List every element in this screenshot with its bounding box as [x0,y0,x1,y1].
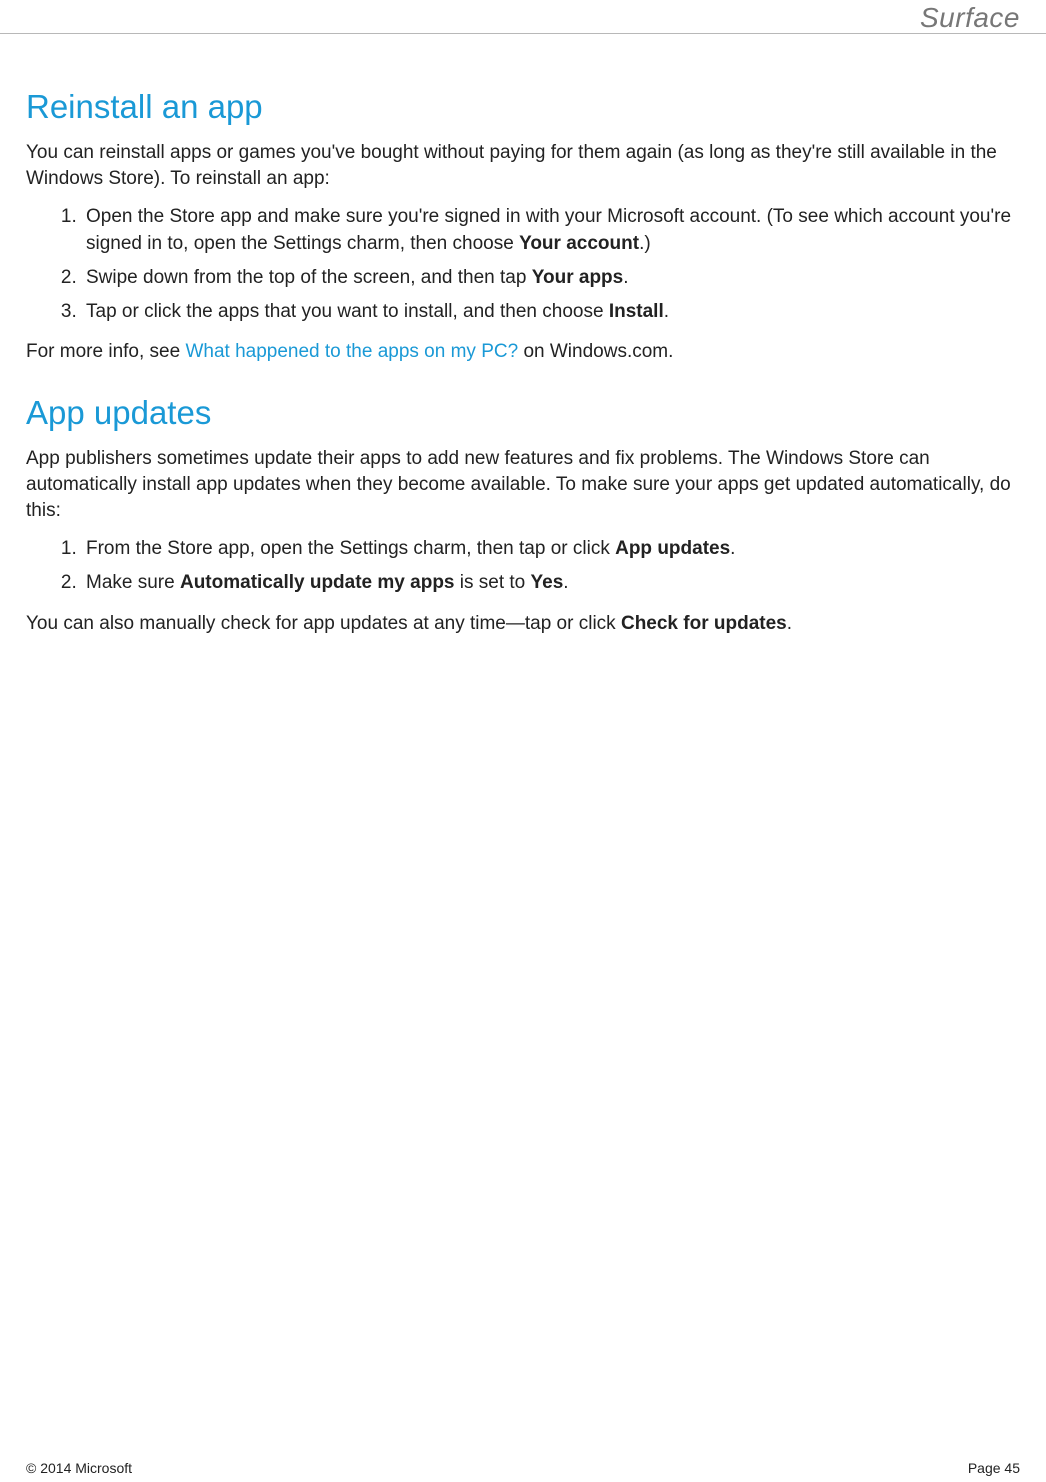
text: . [787,613,792,634]
step-item: From the Store app, open the Settings ch… [82,536,1020,562]
text: You can also manually check for app upda… [26,613,621,634]
step-item: Tap or click the apps that you want to i… [82,299,1020,325]
paragraph-updates-outro: You can also manually check for app upda… [26,611,1020,637]
step-text: is set to [455,572,531,593]
bold-your-account: Your account [519,233,639,254]
footer-copyright: © 2014 Microsoft [26,1460,132,1476]
bold-app-updates: App updates [615,538,730,559]
bold-install: Install [609,301,664,322]
link-what-happened-to-apps[interactable]: What happened to the apps on my PC? [185,341,518,362]
bold-yes: Yes [531,572,564,593]
heading-app-updates: App updates [26,394,1020,432]
steps-updates: From the Store app, open the Settings ch… [26,536,1020,596]
text: on Windows.com. [518,341,673,362]
step-item: Make sure Automatically update my apps i… [82,570,1020,596]
step-item: Swipe down from the top of the screen, a… [82,265,1020,291]
paragraph-reinstall-outro: For more info, see What happened to the … [26,339,1020,365]
text: For more info, see [26,341,185,362]
footer-page-number: Page 45 [968,1460,1020,1476]
bold-auto-update: Automatically update my apps [180,572,455,593]
paragraph-reinstall-intro: You can reinstall apps or games you've b… [26,140,1020,192]
step-text: . [730,538,735,559]
step-text: .) [639,233,651,254]
step-text: . [563,572,568,593]
step-text: . [664,301,669,322]
bold-check-for-updates: Check for updates [621,613,787,634]
step-text: From the Store app, open the Settings ch… [86,538,615,559]
brand-logo: Surface [920,2,1020,34]
step-text: Tap or click the apps that you want to i… [86,301,609,322]
steps-reinstall: Open the Store app and make sure you're … [26,204,1020,325]
paragraph-updates-intro: App publishers sometimes update their ap… [26,446,1020,525]
page-content: Reinstall an app You can reinstall apps … [26,60,1020,649]
step-text: Swipe down from the top of the screen, a… [86,267,532,288]
step-item: Open the Store app and make sure you're … [82,204,1020,256]
step-text: . [623,267,628,288]
document-page: Surface Reinstall an app You can reinsta… [0,0,1046,1482]
heading-reinstall-an-app: Reinstall an app [26,88,1020,126]
step-text: Make sure [86,572,180,593]
bold-your-apps: Your apps [532,267,624,288]
page-header: Surface [0,0,1046,34]
